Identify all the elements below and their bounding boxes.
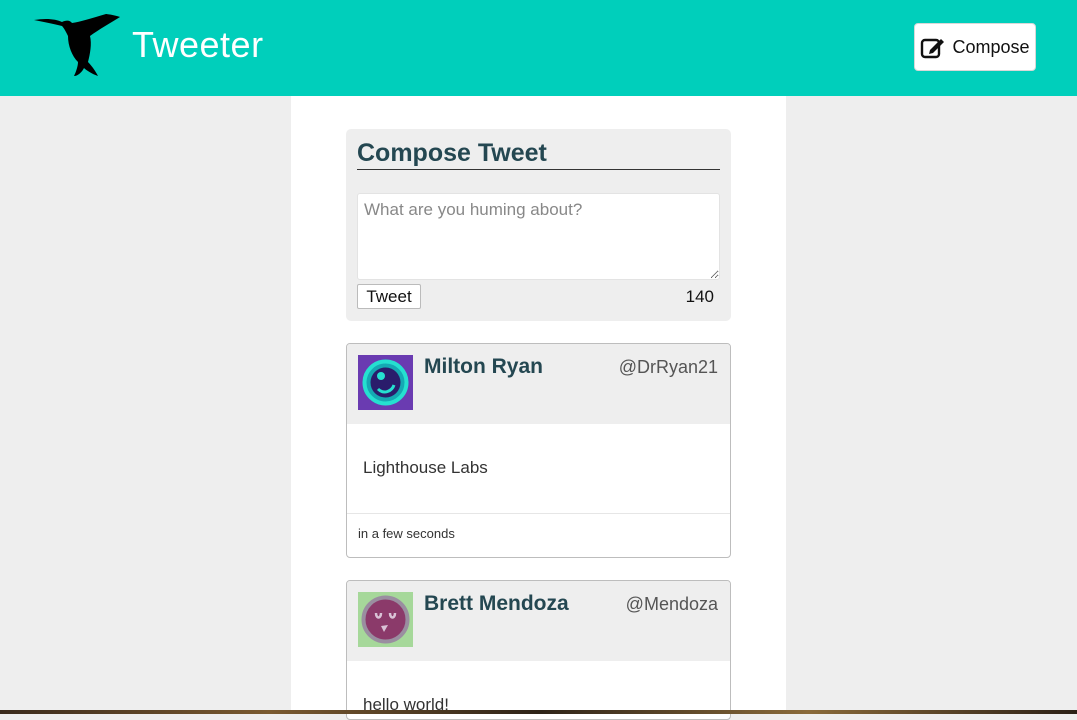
tweet-submit-button[interactable]: Tweet — [357, 284, 421, 309]
tweet-header: Brett Mendoza @Mendoza — [347, 581, 730, 661]
top-nav-bar: Tweeter Compose — [0, 0, 1077, 96]
compose-button-label: Compose — [952, 36, 1030, 57]
compose-title: Compose Tweet — [357, 139, 720, 170]
tweet-author-name: Brett Mendoza — [424, 592, 569, 615]
compose-toggle-button[interactable]: Compose — [914, 23, 1036, 71]
tweet-author-handle: @Mendoza — [625, 594, 718, 614]
user-avatar — [358, 592, 413, 647]
tweet-timestamp: in a few seconds — [358, 526, 455, 541]
hummingbird-logo-icon — [34, 14, 120, 76]
edit-icon — [921, 38, 945, 59]
tweet-card: Milton Ryan @DrRyan21 Lighthouse Labs in… — [346, 343, 731, 558]
tweet-textarea[interactable] — [357, 193, 720, 280]
character-counter: 140 — [685, 287, 714, 306]
main-column: Compose Tweet Tweet 140 Milton Ryan @DrR… — [291, 96, 786, 720]
tweet-footer: in a few seconds — [347, 513, 730, 557]
user-avatar — [358, 355, 413, 410]
compose-tweet-panel: Compose Tweet Tweet 140 — [346, 129, 731, 321]
desktop-background-strip — [0, 710, 1077, 714]
tweet-author-name: Milton Ryan — [424, 355, 543, 378]
tweet-author-handle: @DrRyan21 — [618, 357, 718, 377]
tweet-header: Milton Ryan @DrRyan21 — [347, 344, 730, 424]
brand-title[interactable]: Tweeter — [132, 24, 264, 66]
tweet-content: Lighthouse Labs — [363, 458, 488, 477]
tweet-card: Brett Mendoza @Mendoza hello world! — [346, 580, 731, 720]
